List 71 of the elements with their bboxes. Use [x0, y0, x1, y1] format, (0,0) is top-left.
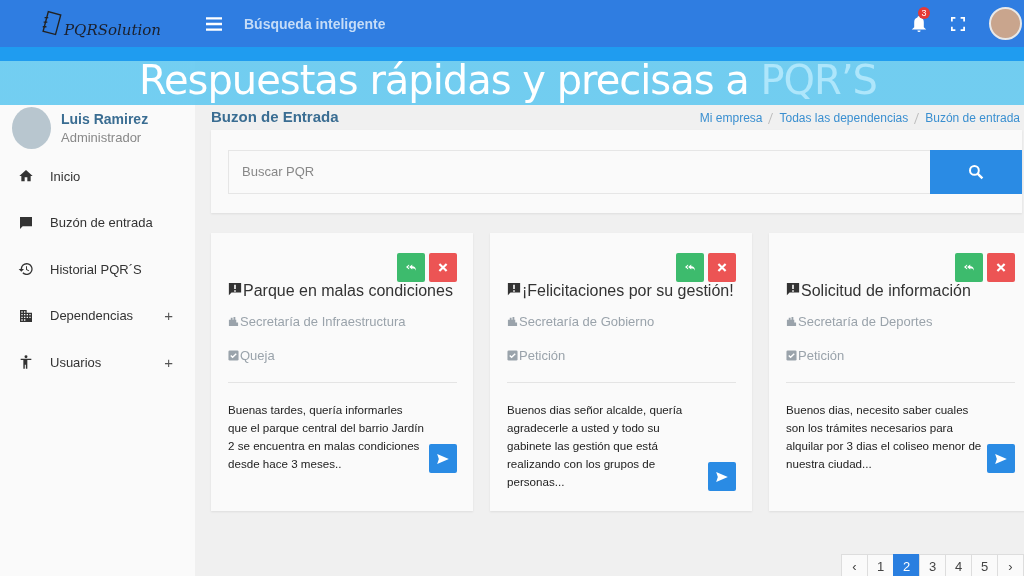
type-label: Petición [519, 348, 566, 363]
reply-button[interactable] [676, 253, 704, 282]
search-icon [968, 163, 984, 180]
page-link[interactable]: 5 [971, 554, 998, 576]
send-button[interactable] [708, 462, 736, 491]
reply-all-icon [685, 263, 695, 272]
department-label: Secretaría de Deportes [798, 314, 933, 329]
sidebar-item[interactable]: Buzón de entrada [0, 199, 195, 246]
bell-icon[interactable] [911, 14, 927, 33]
expand-toggle[interactable]: + [164, 307, 173, 325]
department-label: Secretaría de Infraestructura [240, 314, 406, 329]
send-icon [437, 453, 449, 464]
send-button[interactable] [429, 444, 457, 473]
notification-count: 3 [918, 6, 930, 19]
building-icon [507, 316, 518, 327]
building-icon [786, 316, 797, 327]
card-description: Buenos dias señor alcalde, quería agradecerle a usted y todo su gabinete las gestión que está realizando con los grupos de personas... [507, 402, 684, 490]
department-label: Secretaría de Gobierno [519, 314, 655, 329]
next-page-link[interactable]: › [997, 554, 1024, 576]
fullscreen-icon[interactable] [951, 16, 965, 31]
delete-button[interactable] [708, 253, 736, 282]
building-icon [228, 316, 239, 327]
close-icon [996, 263, 1006, 272]
reply-button[interactable] [955, 253, 983, 282]
delete-button[interactable] [429, 253, 457, 282]
send-button[interactable] [987, 444, 1015, 473]
menu-icon[interactable] [206, 16, 222, 31]
user-avatar [12, 107, 51, 149]
sidebar-item[interactable]: Inicio [0, 153, 195, 200]
avatar[interactable] [989, 7, 1022, 40]
previous-page-link[interactable]: ‹ [841, 554, 868, 576]
close-icon [438, 263, 448, 272]
person-icon [18, 354, 34, 371]
page-link[interactable]: 3 [919, 554, 946, 576]
delete-button[interactable] [987, 253, 1015, 282]
card-title: ¡Felicitaciones por su gestión! [522, 282, 734, 300]
card-description: Buenos dias, necesito saber cuales son los trámites necesarios para alquilar por 3 dias el coliseo menor de nuestra ciudad... [786, 402, 983, 472]
logo-text: PQRSolution [64, 20, 161, 39]
page-title: Buzon de Entrada [211, 108, 339, 125]
card-title: Solicitud de información [801, 282, 971, 300]
page-link[interactable]: 2 [893, 554, 920, 576]
close-icon [717, 263, 727, 272]
reply-button[interactable] [397, 253, 425, 282]
search-button[interactable] [930, 149, 1022, 194]
alert-flag-icon [228, 282, 242, 296]
alert-flag-icon [786, 282, 800, 296]
type-label: Petición [798, 348, 845, 363]
send-icon [995, 453, 1007, 464]
alert-flag-icon [507, 282, 521, 296]
user-name[interactable]: Luis Ramirez [61, 111, 149, 127]
checkbox-icon [786, 350, 797, 361]
user-role: Administrador [61, 130, 143, 145]
reply-all-icon [964, 263, 974, 272]
sidebar-item[interactable]: Usuarios + [0, 339, 195, 386]
sidebar-item[interactable]: Historial PQR´S [0, 246, 195, 293]
sidebar-item[interactable]: Dependencias + [0, 292, 195, 339]
expand-toggle[interactable]: + [164, 353, 173, 371]
reply-all-icon [406, 263, 416, 272]
card-title: Parque en malas condiciones [243, 282, 453, 300]
card-description: Buenas tardes, quería informarles que el parque central del barrio Jardín 2 se encuentra en malas condiciones desde hace 3 meses.. [228, 402, 425, 472]
page-link[interactable]: 4 [945, 554, 972, 576]
type-label: Queja [240, 348, 275, 363]
search-field[interactable]: Buscar PQR [228, 149, 930, 194]
building-icon [18, 307, 34, 324]
chat-bubble-icon [18, 214, 34, 231]
checkbox-icon [507, 350, 518, 361]
banner-caption: Respuestas rápidas y precisas a PQR’S [139, 57, 877, 103]
send-icon [716, 471, 728, 482]
history-icon [18, 261, 34, 278]
checkbox-icon [228, 350, 239, 361]
page-link[interactable]: 1 [867, 554, 894, 576]
